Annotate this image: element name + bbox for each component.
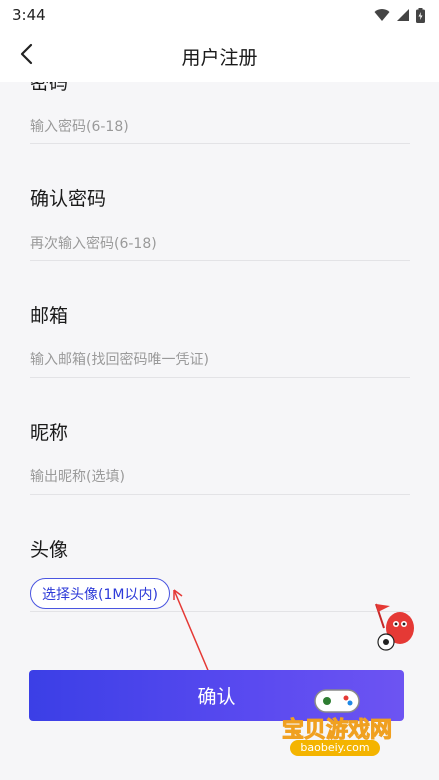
- signal-icon: [396, 8, 410, 22]
- mascot-icon: [375, 603, 414, 651]
- confirm-password-input[interactable]: [30, 229, 410, 259]
- watermark: 宝贝游戏网 baobeiy.com: [262, 676, 412, 766]
- email-underline: [30, 377, 410, 378]
- avatar-label: 头像: [30, 539, 69, 561]
- status-bar: 3:44: [0, 0, 439, 30]
- nav-bar: 用户注册: [0, 30, 439, 82]
- wifi-icon: [374, 8, 390, 22]
- password-input[interactable]: [30, 112, 410, 142]
- choose-avatar-button[interactable]: 选择头像(1M以内): [30, 578, 170, 609]
- confirm-password-underline: [30, 260, 410, 261]
- back-button[interactable]: [12, 42, 40, 70]
- page-title: 用户注册: [181, 46, 258, 69]
- nickname-input[interactable]: [30, 462, 410, 492]
- email-input[interactable]: [30, 345, 410, 375]
- mascot-decoration: [366, 598, 424, 656]
- nickname-underline: [30, 494, 410, 495]
- password-underline: [30, 143, 410, 144]
- battery-icon: [416, 7, 425, 23]
- password-label: 密码: [30, 82, 69, 94]
- nickname-label: 昵称: [30, 422, 69, 444]
- chevron-left-icon: [19, 43, 33, 69]
- email-label: 邮箱: [30, 305, 69, 327]
- status-icons: [374, 7, 425, 23]
- confirm-password-label: 确认密码: [30, 188, 107, 210]
- status-time: 3:44: [12, 6, 46, 24]
- watermark-url: baobeiy.com: [290, 740, 380, 756]
